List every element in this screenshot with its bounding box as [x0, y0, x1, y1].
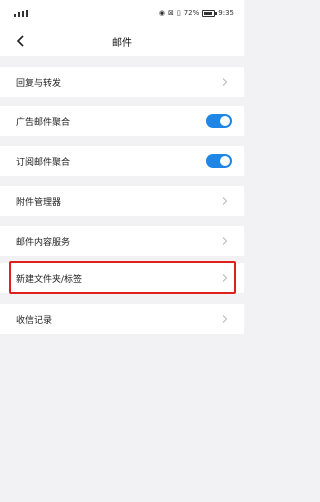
- row-label: 回复与转发: [16, 79, 62, 89]
- page-title: 邮件: [112, 38, 132, 49]
- vibrate-icon: ▯: [176, 9, 181, 17]
- row-label: 订阅邮件聚合: [16, 158, 71, 168]
- row-label: 收信记录: [16, 316, 53, 326]
- chevron-right-icon: [222, 315, 228, 323]
- battery-icon: [202, 9, 218, 17]
- row-label: 广告邮件聚合: [16, 118, 71, 128]
- ad-aggregation-toggle[interactable]: [206, 114, 232, 128]
- signal-icon: [14, 10, 28, 17]
- status-right: ◉ ⊠ ▯ 72% 9:35: [159, 9, 234, 17]
- setting-subscription-aggregation: 订阅邮件聚合: [0, 146, 244, 176]
- setting-mail-content-service[interactable]: 邮件内容服务: [0, 226, 244, 256]
- mute-icon: ⊠: [167, 9, 174, 17]
- setting-reply-forward[interactable]: 回复与转发: [0, 67, 244, 97]
- eye-icon: ◉: [158, 9, 165, 17]
- setting-ad-mail-aggregation: 广告邮件聚合: [0, 106, 244, 136]
- chevron-right-icon: [222, 197, 228, 205]
- chevron-right-icon: [222, 237, 228, 245]
- row-label: 邮件内容服务: [16, 238, 71, 248]
- subscription-aggregation-toggle[interactable]: [206, 154, 232, 168]
- status-bar: ◉ ⊠ ▯ 72% 9:35: [0, 0, 244, 26]
- row-label: 附件管理器: [16, 198, 62, 208]
- setting-attachment-manager[interactable]: 附件管理器: [0, 186, 244, 216]
- highlight-box: [9, 261, 236, 294]
- toggle-knob: [220, 116, 230, 126]
- toggle-knob: [220, 156, 230, 166]
- clock: 9:35: [218, 9, 234, 17]
- chevron-right-icon: [222, 78, 228, 86]
- header: 邮件: [0, 26, 244, 56]
- setting-receive-log[interactable]: 收信记录: [0, 304, 244, 334]
- battery-percent: 72%: [183, 9, 200, 17]
